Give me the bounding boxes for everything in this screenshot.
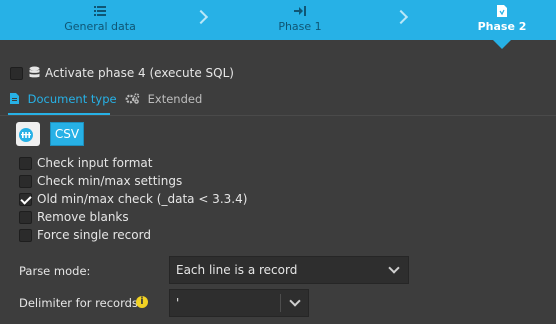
parse-mode-value: Each line is a record — [176, 263, 298, 277]
csv-button[interactable]: CSV — [50, 122, 84, 146]
wizard-step-general-data[interactable]: General data — [30, 0, 170, 40]
active-step-indicator — [493, 40, 511, 49]
parse-mode-select[interactable]: Each line is a record — [169, 256, 409, 284]
cogs-icon — [125, 92, 144, 106]
chevron-down-icon — [289, 295, 301, 307]
remove-blanks-label[interactable]: Remove blanks — [37, 210, 129, 224]
file-icon — [10, 92, 23, 106]
delimiter-value: ' — [176, 296, 180, 310]
tab-label: Extended — [147, 92, 203, 106]
old-min-max-check-label[interactable]: Old min/max check (_data < 3.3.4) — [37, 192, 247, 206]
wizard-step-label: General data — [64, 20, 136, 33]
parse-mode-label: Parse mode: — [19, 264, 91, 278]
force-single-record-checkbox[interactable] — [19, 229, 32, 242]
tab-extended[interactable]: Extended — [125, 92, 202, 110]
chevron-right-icon — [193, 9, 209, 25]
wizard-step-label: Phase 2 — [477, 20, 527, 33]
force-single-record-label[interactable]: Force single record — [37, 228, 151, 242]
wizard-step-label: Phase 1 — [278, 20, 322, 33]
chevron-down-icon — [388, 262, 400, 274]
delimiter-label: Delimiter for records: — [19, 296, 142, 310]
arrow-to-right-icon — [230, 5, 370, 19]
activate-phase4-checkbox[interactable] — [10, 67, 23, 80]
old-min-max-check-checkbox[interactable] — [19, 193, 32, 206]
document-icon — [432, 5, 556, 19]
database-icon — [29, 66, 40, 82]
activate-phase4-label[interactable]: Activate phase 4 (execute SQL) — [45, 66, 234, 80]
check-min-max-settings-label[interactable]: Check min/max settings — [37, 174, 182, 188]
check-input-format-label[interactable]: Check input format — [37, 156, 152, 170]
list-icon — [30, 5, 170, 19]
tab-label: Document type — [27, 92, 117, 106]
remove-blanks-checkbox[interactable] — [19, 211, 32, 224]
check-input-format-checkbox[interactable] — [19, 157, 32, 170]
info-icon[interactable]: i — [136, 296, 148, 308]
table-file-icon[interactable] — [16, 122, 40, 146]
check-min-max-settings-checkbox[interactable] — [19, 175, 32, 188]
select-divider — [280, 294, 281, 312]
wizard-steps: General data Phase 1 Phase 2 — [0, 0, 556, 40]
tab-divider — [0, 115, 556, 116]
wizard-step-phase-2[interactable]: Phase 2 — [432, 0, 556, 40]
delimiter-select[interactable]: ' — [169, 289, 309, 317]
tab-document-type[interactable]: Document type — [10, 92, 117, 110]
chevron-right-icon — [393, 9, 409, 25]
wizard-step-phase-1[interactable]: Phase 1 — [230, 0, 370, 40]
